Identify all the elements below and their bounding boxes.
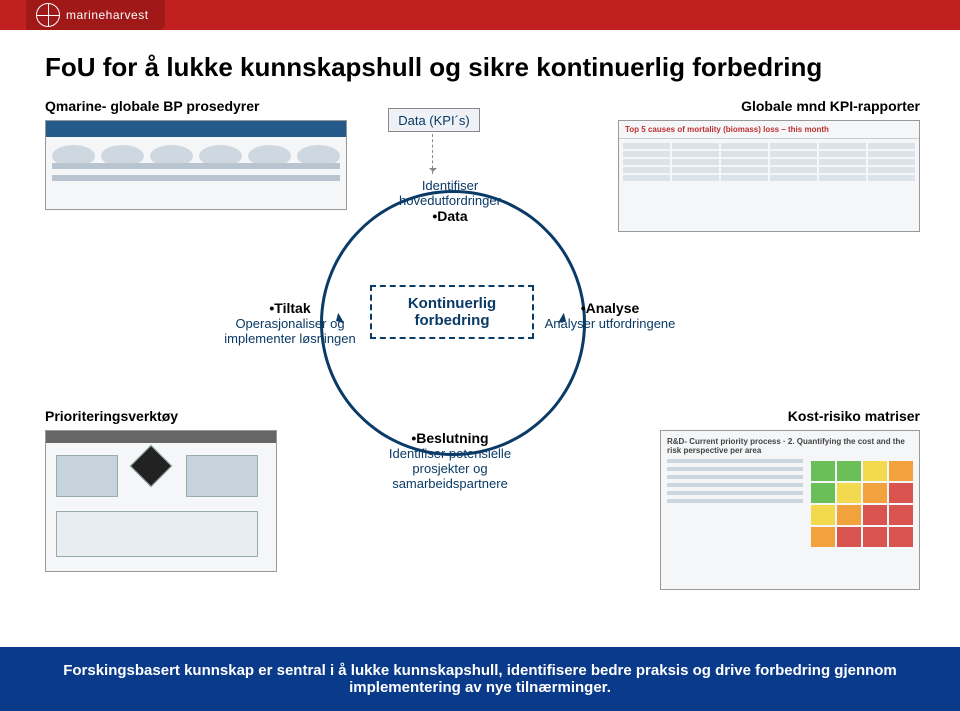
label-cost-risk: Kost-risiko matriser	[788, 408, 920, 424]
footer-text: Forskingsbasert kunnskap er sentral i å …	[40, 662, 920, 696]
thumbnail-kpi-report: Top 5 causes of mortality (biomass) loss…	[618, 120, 920, 232]
thumbnail-cost-risk: R&D- Current priority process · 2. Quant…	[660, 430, 920, 590]
label-kpi-reports: Globale mnd KPI-rapporter	[741, 98, 920, 114]
footer-banner: Forskingsbasert kunnskap er sentral i å …	[0, 647, 960, 711]
kpi-report-title: Top 5 causes of mortality (biomass) loss…	[619, 121, 919, 139]
globe-icon	[36, 3, 60, 27]
risk-heatmap	[811, 461, 913, 547]
cycle-center: Kontinuerlig forbedring	[370, 285, 534, 339]
data-kpi-box: Data (KPI´s)	[388, 108, 480, 132]
header-bar: marineharvest	[0, 0, 960, 30]
phase-decision-title: •Beslutning	[370, 430, 530, 446]
phase-analyse-text: Analyser utfordringene	[530, 316, 690, 331]
dashed-arrow-icon	[432, 134, 433, 174]
phase-identify-text: Identifiser hovedutfordringer	[370, 178, 530, 208]
improvement-cycle: Kontinuerlig forbedring Identifiser hove…	[240, 170, 660, 490]
phase-decision: •Beslutning Identifiser potensielle pros…	[370, 430, 530, 491]
label-prioritization-tool: Prioriteringsverktøy	[45, 408, 178, 424]
phase-analyse: •Analyse Analyser utfordringene	[530, 300, 690, 331]
page-title: FoU for å lukke kunnskapshull og sikre k…	[45, 52, 822, 83]
phase-action-text: Operasjonaliser og implementer løsningen	[210, 316, 370, 346]
brand-name: marineharvest	[66, 8, 149, 22]
thumbnail-prioritization	[45, 430, 277, 572]
cost-risk-title: R&D- Current priority process · 2. Quant…	[667, 437, 913, 455]
phase-identify-bullet: •Data	[370, 208, 530, 224]
phase-action: •Tiltak Operasjonaliser og implementer l…	[210, 300, 370, 346]
phase-analyse-title: •Analyse	[530, 300, 690, 316]
phase-identify: Identifiser hovedutfordringer •Data	[370, 178, 530, 224]
label-qmarine: Qmarine- globale BP prosedyrer	[45, 98, 259, 114]
phase-decision-text: Identifiser potensielle prosjekter og sa…	[370, 446, 530, 491]
slide: marineharvest FoU for å lukke kunnskapsh…	[0, 0, 960, 711]
brand-tab: marineharvest	[26, 0, 165, 30]
phase-action-title: •Tiltak	[210, 300, 370, 316]
